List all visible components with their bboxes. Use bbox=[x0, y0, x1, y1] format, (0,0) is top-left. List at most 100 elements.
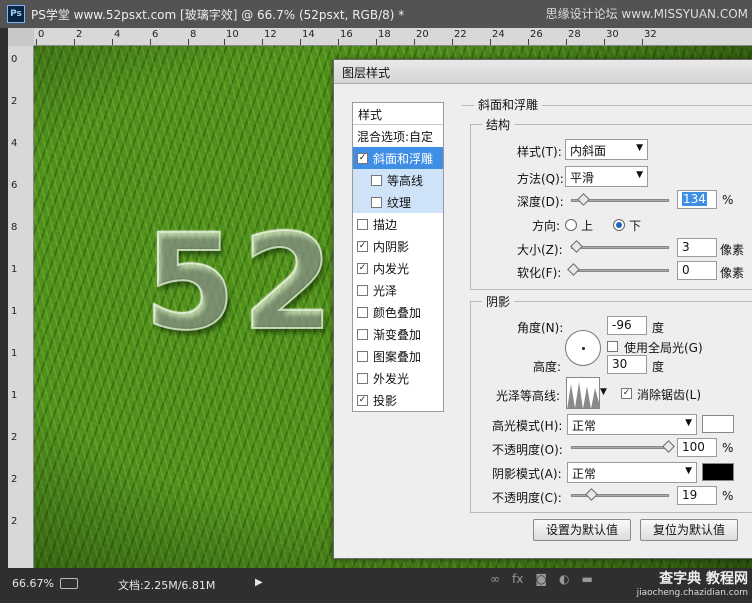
style-item-bevel[interactable]: ✓ 斜面和浮雕 bbox=[353, 147, 443, 169]
altitude-unit: 度 bbox=[652, 360, 665, 374]
style-item-stroke[interactable]: 描边 bbox=[353, 213, 443, 235]
size-input[interactable]: 3 bbox=[677, 238, 717, 257]
soften-unit: 像素 bbox=[720, 266, 745, 280]
ruler-left[interactable]: 0 2 4 6 8 1 1 1 1 2 2 2 bbox=[8, 46, 34, 568]
structure-title: 结构 bbox=[482, 116, 515, 133]
ruler-tick bbox=[490, 39, 491, 45]
checkbox-checked-icon[interactable]: ✓ bbox=[357, 240, 368, 252]
shadow-opacity-input[interactable]: 19 bbox=[677, 486, 717, 505]
proof-icon[interactable] bbox=[60, 578, 78, 589]
style-item-gradient-overlay[interactable]: 渐变叠加 bbox=[353, 323, 443, 345]
style-list-header[interactable]: 样式 bbox=[353, 103, 443, 125]
ruler-top-label: 0 bbox=[38, 29, 45, 40]
checkbox-icon[interactable] bbox=[357, 306, 368, 318]
highlight-color-swatch[interactable] bbox=[702, 415, 734, 433]
checkbox-checked-icon[interactable]: ✓ bbox=[357, 152, 368, 164]
adjustment-icon[interactable]: ◐ bbox=[559, 572, 569, 586]
style-item-drop-shadow[interactable]: ✓ 投影 bbox=[353, 389, 443, 411]
ruler-tick bbox=[300, 39, 301, 45]
checkbox-icon[interactable] bbox=[357, 372, 368, 384]
bevel-style-select[interactable]: 内斜面 ▼ bbox=[565, 139, 648, 160]
ruler-top-label: 8 bbox=[190, 29, 197, 40]
zoom-level[interactable]: 66.67% bbox=[12, 577, 54, 590]
ruler-top-label: 26 bbox=[530, 29, 543, 40]
checkbox-icon[interactable] bbox=[371, 196, 382, 208]
reset-default-button[interactable]: 复位为默认值 bbox=[640, 519, 738, 541]
ruler-tick bbox=[188, 39, 189, 45]
angle-dial[interactable] bbox=[565, 330, 601, 366]
depth-label: 深度(D): bbox=[517, 195, 564, 209]
style-item-label: 斜面和浮雕 bbox=[373, 151, 434, 166]
style-item-texture[interactable]: 纹理 bbox=[353, 191, 443, 213]
fx-icon[interactable]: fx bbox=[512, 572, 523, 586]
depth-input[interactable]: 134 bbox=[677, 190, 717, 209]
status-menu-arrow-icon[interactable]: ▶ bbox=[255, 577, 263, 588]
gloss-contour-dropdown-icon[interactable]: ▼ bbox=[600, 387, 607, 397]
style-item-color-overlay[interactable]: 颜色叠加 bbox=[353, 301, 443, 323]
shadow-opacity-slider[interactable] bbox=[571, 488, 669, 501]
style-item-label: 渐变叠加 bbox=[373, 327, 422, 342]
blend-options-item[interactable]: 混合选项:自定 bbox=[353, 125, 443, 147]
style-item-satin[interactable]: 光泽 bbox=[353, 279, 443, 301]
size-label: 大小(Z): bbox=[517, 243, 563, 257]
link-icon[interactable]: ∞ bbox=[490, 572, 500, 586]
ruler-top-label: 4 bbox=[114, 29, 121, 40]
chevron-down-icon: ▼ bbox=[685, 466, 692, 476]
style-item-label: 光泽 bbox=[373, 283, 398, 298]
style-item-outer-glow[interactable]: 外发光 bbox=[353, 367, 443, 389]
checkbox-checked-icon[interactable]: ✓ bbox=[357, 394, 368, 406]
style-item-pattern-overlay[interactable]: 图案叠加 bbox=[353, 345, 443, 367]
highlight-opacity-slider[interactable] bbox=[571, 440, 675, 453]
ruler-tick bbox=[112, 39, 113, 45]
dialog-title[interactable]: 图层样式 bbox=[334, 60, 752, 84]
size-slider[interactable] bbox=[570, 240, 669, 253]
global-light-checkbox[interactable] bbox=[607, 341, 618, 352]
style-item-contour[interactable]: 等高线 bbox=[353, 169, 443, 191]
folder-icon[interactable]: ▬ bbox=[581, 572, 592, 586]
ruler-tick bbox=[414, 39, 415, 45]
direction-up-radio[interactable] bbox=[565, 219, 577, 231]
checkbox-icon[interactable] bbox=[371, 174, 382, 186]
direction-down-label: 下 bbox=[629, 219, 642, 233]
altitude-input[interactable]: 30 bbox=[607, 355, 647, 374]
highlight-opacity-input[interactable]: 100 bbox=[677, 438, 717, 457]
highlight-mode-value: 正常 bbox=[572, 419, 597, 433]
shadow-color-swatch[interactable] bbox=[702, 463, 734, 481]
soften-input[interactable]: 0 bbox=[677, 261, 717, 280]
gloss-contour-swatch[interactable] bbox=[566, 377, 600, 409]
highlight-mode-select[interactable]: 正常 ▼ bbox=[567, 414, 697, 435]
style-item-inner-shadow[interactable]: ✓ 内阴影 bbox=[353, 235, 443, 257]
gloss-contour-label: 光泽等高线: bbox=[496, 389, 561, 403]
technique-value: 平滑 bbox=[570, 171, 595, 185]
style-item-inner-glow[interactable]: ✓ 内发光 bbox=[353, 257, 443, 279]
direction-down-radio[interactable] bbox=[613, 219, 625, 231]
ruler-tick bbox=[528, 39, 529, 45]
technique-select[interactable]: 平滑 ▼ bbox=[565, 166, 648, 187]
ruler-left-label: 1 bbox=[11, 348, 18, 359]
size-value: 3 bbox=[682, 240, 690, 254]
depth-slider[interactable] bbox=[571, 193, 669, 206]
antialias-checkbox[interactable]: ✓ bbox=[621, 388, 632, 399]
size-unit: 像素 bbox=[720, 243, 745, 257]
make-default-button[interactable]: 设置为默认值 bbox=[533, 519, 631, 541]
style-label: 样式(T): bbox=[517, 145, 562, 159]
angle-input[interactable]: -96 bbox=[607, 316, 647, 335]
ruler-top-label: 24 bbox=[492, 29, 505, 40]
checkbox-icon[interactable] bbox=[357, 218, 368, 230]
checkbox-icon[interactable] bbox=[357, 328, 368, 340]
checkbox-checked-icon[interactable]: ✓ bbox=[357, 262, 368, 274]
angle-value: -96 bbox=[612, 318, 632, 332]
highlight-mode-label: 高光模式(H): bbox=[492, 419, 563, 433]
style-item-label: 纹理 bbox=[387, 195, 412, 210]
ruler-left-label: 1 bbox=[11, 306, 18, 317]
ruler-top-label: 6 bbox=[152, 29, 159, 40]
shadow-mode-select[interactable]: 正常 ▼ bbox=[567, 462, 697, 483]
checkbox-icon[interactable] bbox=[357, 350, 368, 362]
checkbox-icon[interactable] bbox=[357, 284, 368, 296]
style-list: 样式 混合选项:自定 ✓ 斜面和浮雕 等高线 纹理 描边 ✓ 内阴影 ✓ 内发光 光泽… bbox=[352, 102, 444, 412]
mask-icon[interactable]: ◙ bbox=[535, 572, 547, 586]
watermark-url: jiaocheng.chazidian.com bbox=[636, 588, 748, 598]
ruler-top[interactable]: 0 2 4 6 8 10 12 14 16 18 20 22 24 26 28 … bbox=[34, 28, 752, 46]
soften-slider[interactable] bbox=[567, 263, 669, 276]
ruler-origin[interactable] bbox=[8, 28, 34, 46]
